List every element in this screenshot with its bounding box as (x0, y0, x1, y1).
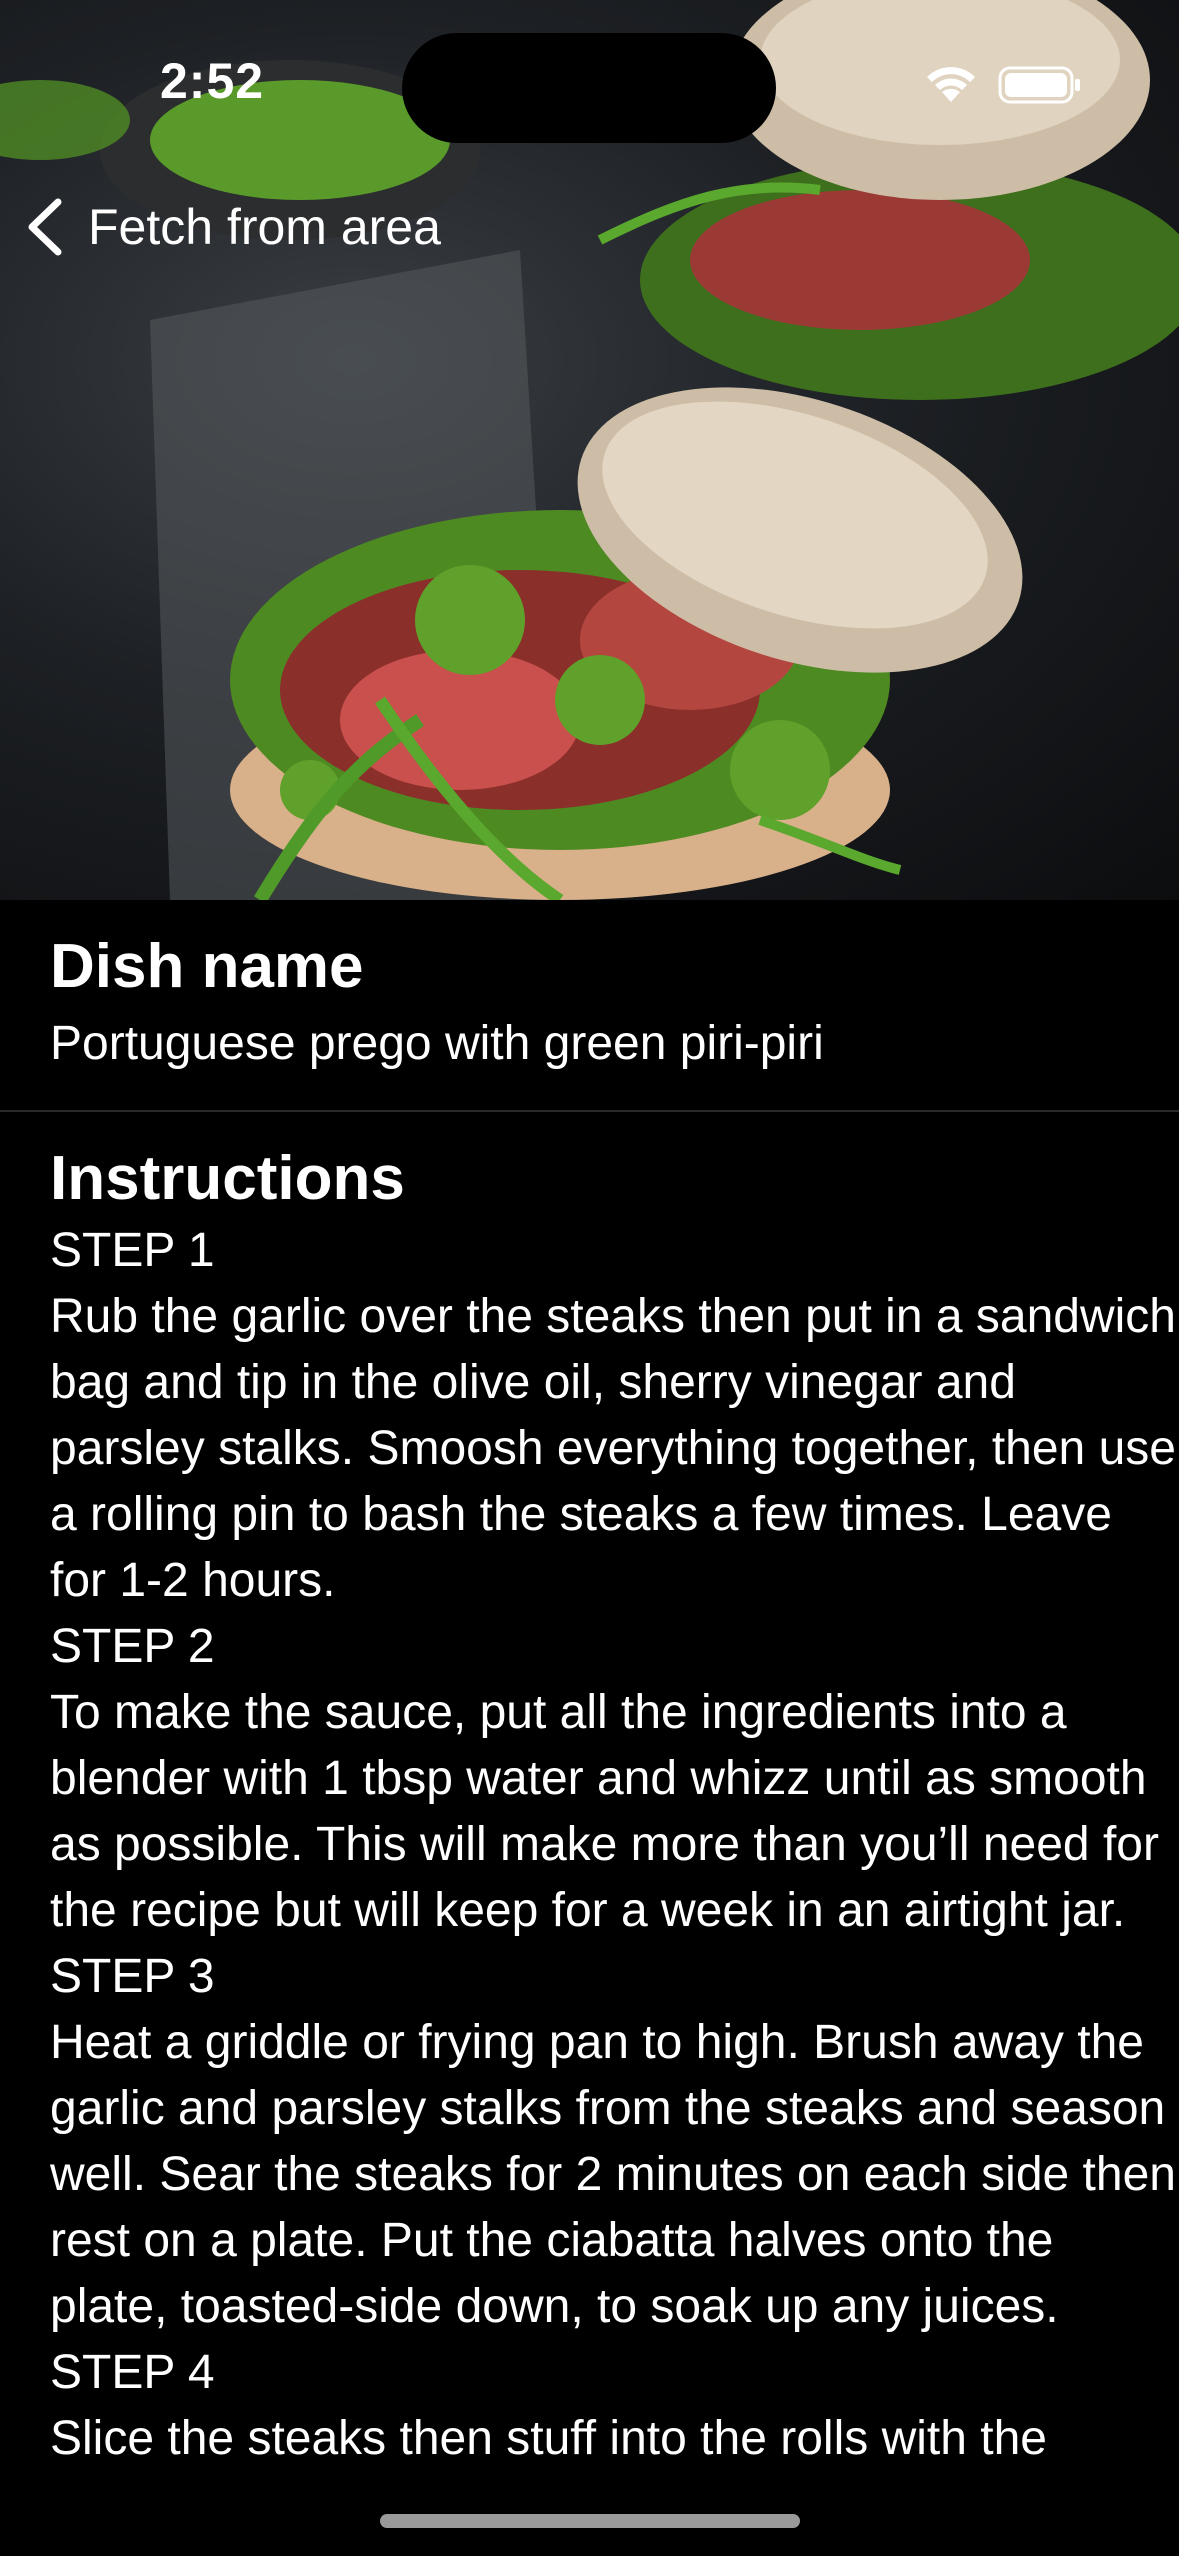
dish-name: Portuguese prego with green piri-piri (50, 1017, 824, 1070)
wifi-icon (927, 67, 975, 102)
back-button[interactable]: Fetch from area (22, 192, 441, 262)
dynamic-island (402, 33, 776, 143)
instructions-text: STEP 1 Rub the garlic over the steaks th… (50, 1224, 1176, 2465)
status-bar: 2:52 (0, 0, 1179, 150)
recipe-details: Dish name Portuguese prego with green pi… (0, 900, 1179, 2472)
home-indicator[interactable] (380, 2514, 800, 2528)
dish-heading: Dish name (50, 932, 364, 1001)
back-button-label: Fetch from area (88, 199, 441, 255)
instructions-section: Instructions STEP 1 Rub the garlic over … (0, 1112, 1179, 2472)
chevron-left-icon (28, 198, 62, 256)
battery-icon (998, 66, 1080, 104)
instructions-heading: Instructions (50, 1144, 405, 1213)
status-time: 2:52 (160, 53, 265, 109)
dish-section: Dish name Portuguese prego with green pi… (0, 900, 1179, 1076)
